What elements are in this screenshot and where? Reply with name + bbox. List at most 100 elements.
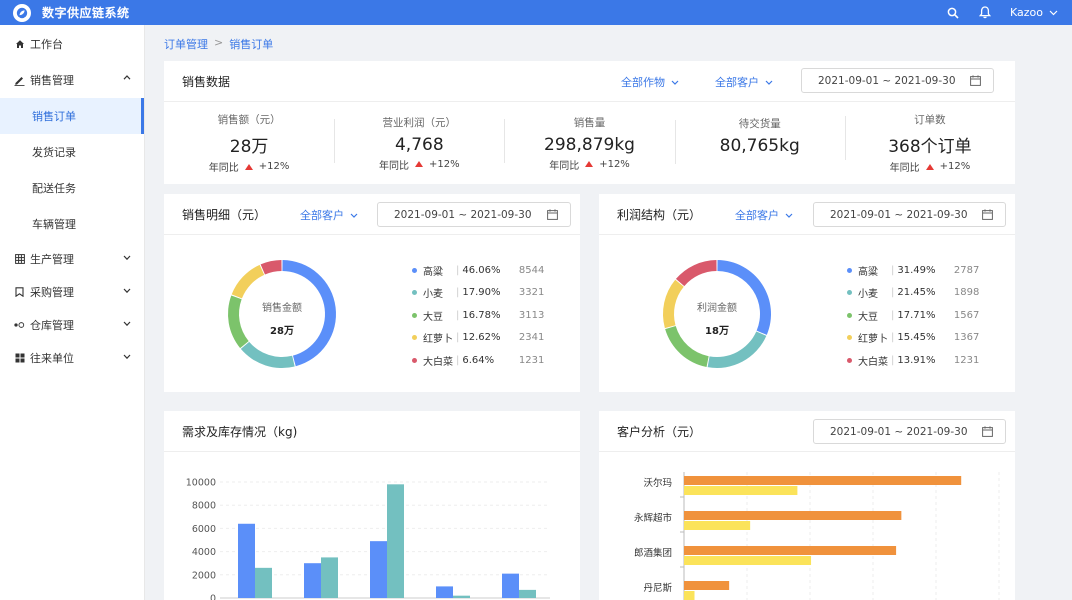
- legend-item[interactable]: 大豆 | 17.71% 1567: [847, 308, 979, 323]
- stat-sales-amount: 销售额（元） 28万 年同比 +12%: [164, 112, 334, 174]
- sidebar-item-purchase[interactable]: 采购管理: [0, 275, 144, 308]
- sidebar-item-delivery-task[interactable]: 配送任务: [0, 170, 144, 206]
- bell-icon[interactable]: [978, 6, 992, 20]
- customer-analysis-card: 客户分析（元） 2021-09-01 ~ 2021-09-30 沃尔玛 永辉超市郎…: [599, 411, 1015, 600]
- card-title: 需求及库存情况（kg): [182, 424, 298, 439]
- sidebar-item-partners[interactable]: 往来单位: [0, 341, 144, 374]
- stat-value: 28万: [229, 137, 269, 157]
- stat-value: 80,765kg: [719, 136, 800, 156]
- y-tick-label: 6000: [192, 524, 216, 535]
- sidebar-item-production[interactable]: 生产管理: [0, 242, 144, 275]
- app-title: 数字供应链系统: [42, 6, 130, 20]
- sidebar-item-sales[interactable]: 销售管理: [0, 62, 144, 98]
- apps-icon: [14, 352, 25, 363]
- y-tick-label: 4000: [192, 547, 216, 558]
- date-range-picker[interactable]: 2021-09-01 ~ 2021-09-30: [813, 419, 1006, 444]
- user-name: Kazoo: [1010, 6, 1043, 19]
- customer-filter-dropdown[interactable]: 全部客户: [735, 207, 793, 223]
- calendar-icon: [982, 209, 993, 220]
- y-tick-label: 10000: [186, 478, 216, 489]
- card-title: 利润结构（元）: [617, 207, 702, 222]
- sidebar-item-label: 往来单位: [30, 351, 74, 365]
- donut-center-label: 销售金额: [262, 303, 302, 314]
- legend-percent: 6.64%: [462, 354, 495, 366]
- stat-yoy: 年同比 +12%: [379, 158, 460, 172]
- legend-value: 1367: [953, 332, 980, 343]
- legend-value: 2341: [518, 332, 545, 343]
- dropdown-label: 全部作物: [621, 76, 665, 89]
- stats-row: 销售额（元） 28万 年同比 +12% 营业利润（元） 4,768 年同比 +12%…: [164, 102, 1015, 184]
- sidebar-item-label: 仓库管理: [30, 318, 74, 332]
- category-label: 永辉超市: [634, 512, 673, 524]
- legend-item[interactable]: 小麦 | 17.90% 3321: [412, 286, 544, 300]
- card-header: 利润结构（元） 全部客户 2021-09-01 ~ 2021-09-30: [599, 194, 1015, 235]
- user-menu[interactable]: Kazoo: [1010, 6, 1058, 19]
- up-arrow-icon: [585, 161, 594, 167]
- legend-dot: [412, 357, 417, 363]
- legend-separator: |: [891, 332, 895, 343]
- legend-item[interactable]: 高粱 | 46.06% 8544: [412, 263, 544, 278]
- legend-name: 高粱: [423, 266, 443, 278]
- legend-item[interactable]: 小麦 | 21.45% 1898: [847, 286, 979, 300]
- legend-name: 大白菜: [423, 356, 453, 368]
- up-arrow-icon: [415, 161, 423, 167]
- chevron-down-icon: [671, 80, 679, 85]
- date-range-value: 2021-09-01 ~ 2021-09-30: [830, 208, 968, 221]
- legend-item[interactable]: 大豆 | 16.78% 3113: [412, 308, 545, 323]
- stat-yoy: 年同比 +12%: [889, 161, 971, 174]
- customer-filter-dropdown[interactable]: 全部客户: [300, 207, 358, 223]
- date-range-picker[interactable]: 2021-09-01 ~ 2021-09-30: [813, 202, 1006, 227]
- legend-separator: |: [891, 354, 895, 366]
- legend-item[interactable]: 大白菜 | 6.64% 1231: [412, 353, 544, 368]
- legend-value: 2787: [953, 264, 980, 276]
- legend-value: 3113: [518, 309, 545, 321]
- bar: [684, 511, 902, 520]
- stat-sales-volume: 销售量 298,879kg 年同比 +12%: [504, 115, 674, 172]
- search-icon[interactable]: [946, 6, 960, 20]
- bar: [684, 521, 751, 530]
- date-range-value: 2021-09-01 ~ 2021-09-30: [394, 208, 532, 221]
- legend-item[interactable]: 高粱 | 31.49% 2787: [847, 263, 980, 278]
- breadcrumb-current: 销售订单: [229, 38, 274, 51]
- crop-filter-dropdown[interactable]: 全部作物: [621, 74, 679, 90]
- sidebar-item-warehouse[interactable]: 仓库管理: [0, 308, 144, 341]
- bar: [684, 591, 695, 600]
- bar: [387, 484, 404, 598]
- card-title: 销售明细（元）: [182, 207, 267, 222]
- date-range-picker[interactable]: 2021-09-01 ~ 2021-09-30: [377, 202, 571, 227]
- bar: [684, 486, 798, 495]
- bar: [238, 523, 255, 598]
- sidebar-item-sales-order[interactable]: 销售订单: [0, 98, 144, 134]
- legend-item[interactable]: 红萝卜 | 12.62% 2341: [412, 331, 544, 345]
- warehouse-icon: [14, 319, 25, 330]
- sales-data-card: 销售数据 全部作物 全部客户 2021-09-01 ~ 2021-09-30 销…: [164, 61, 1015, 184]
- sidebar-item-shipping-record[interactable]: 发货记录: [0, 134, 144, 170]
- legend-item[interactable]: 大白菜 | 13.91% 1231: [847, 353, 979, 368]
- sidebar-item-workbench[interactable]: 工作台: [0, 26, 144, 62]
- up-arrow-icon: [244, 163, 253, 170]
- dropdown-label: 全部客户: [715, 76, 759, 89]
- sidebar-item-vehicle[interactable]: 车辆管理: [0, 206, 144, 242]
- card-header: 销售数据 全部作物 全部客户 2021-09-01 ~ 2021-09-30: [164, 61, 1015, 102]
- stat-label: 销售量: [573, 116, 606, 129]
- donut-center-value: 28万: [270, 326, 294, 337]
- breadcrumb-separator: >: [214, 36, 224, 49]
- stat-value: 4,768: [394, 134, 444, 155]
- card-header: 销售明细（元） 全部客户 2021-09-01 ~ 2021-09-30: [164, 194, 580, 235]
- breadcrumb-order-mgmt[interactable]: 订单管理: [164, 36, 208, 52]
- demand-inventory-bar-chart: 0 2000 4000 6000 8000 10000: [186, 478, 550, 600]
- legend-item[interactable]: 红萝卜 | 15.45% 1367: [847, 331, 979, 345]
- customer-filter-dropdown[interactable]: 全部客户: [715, 74, 773, 90]
- legend-value: 1898: [953, 287, 980, 298]
- stat-label: 营业利润（元）: [382, 116, 457, 129]
- stat-label: 销售额（元）: [217, 114, 281, 126]
- date-range-picker[interactable]: 2021-09-01 ~ 2021-09-30: [801, 68, 994, 93]
- donut-slice: [675, 260, 717, 287]
- up-arrow-icon: [925, 163, 934, 170]
- legend-separator: |: [456, 264, 460, 276]
- donut-slice: [260, 260, 282, 275]
- sidebar-item-label: 销售订单: [32, 110, 76, 123]
- donut-slice: [240, 341, 295, 368]
- edit-icon: [14, 75, 25, 86]
- stat-label: 订单数: [914, 114, 946, 126]
